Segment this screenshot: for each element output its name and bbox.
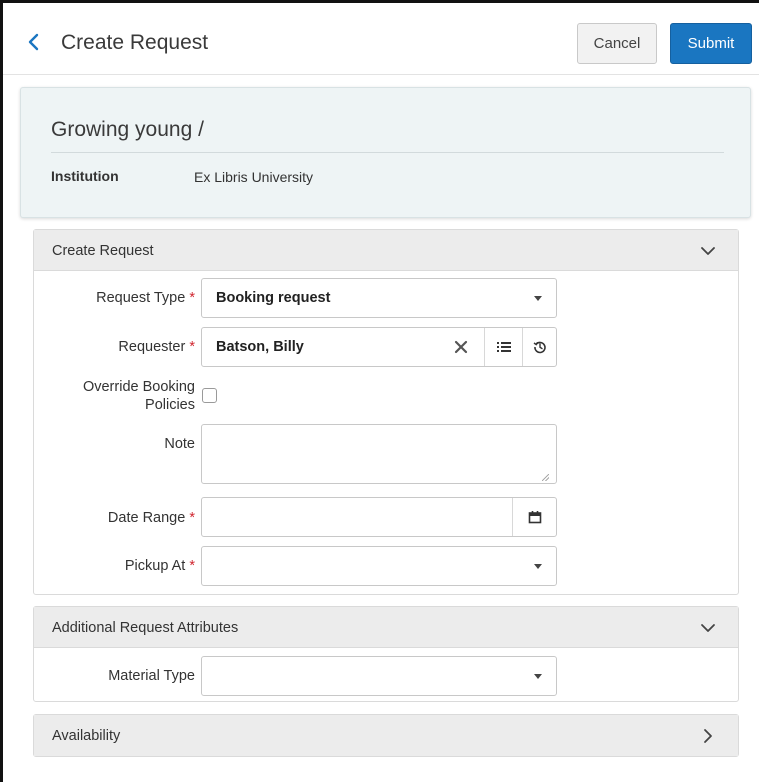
request-type-select[interactable]: Booking request [201,278,557,318]
clear-requester-button[interactable] [438,328,484,366]
availability-section-header[interactable]: Availability [34,715,738,756]
section-title: Availability [52,728,121,744]
submit-button[interactable]: Submit [670,23,752,64]
additional-attributes-section: Additional Request Attributes Material T… [33,606,739,702]
chevron-down-icon[interactable] [520,279,556,317]
requester-input[interactable]: Batson, Billy [201,327,557,367]
date-picker-button[interactable] [513,498,557,536]
record-summary-card: Growing young / Institution Ex Libris Un… [20,87,751,218]
chevron-left-icon[interactable] [27,33,39,51]
section-title: Create Request [52,243,154,259]
chevron-down-icon[interactable] [700,243,716,259]
material-type-select[interactable] [201,656,557,696]
pickup-at-select[interactable] [201,546,557,586]
close-x-icon [454,340,468,354]
additional-attributes-section-header[interactable]: Additional Request Attributes [34,607,738,648]
override-booking-policies-label: Override Booking Policies [82,379,195,413]
requester-history-button[interactable] [523,328,557,366]
date-range-label: Date Range * [107,510,195,526]
chevron-down-icon[interactable] [520,547,556,585]
history-icon [533,341,546,354]
card-divider [51,152,724,153]
page-title: Create Request [61,31,209,54]
create-request-page: Create Request Cancel Submit Growing you… [0,0,759,782]
requester-value: Batson, Billy [216,339,304,355]
chevron-down-icon[interactable] [520,657,556,695]
create-request-section-header[interactable]: Create Request [34,230,738,271]
chevron-right-icon[interactable] [700,728,716,744]
resize-handle[interactable] [542,474,549,481]
record-title: Growing young / [51,118,204,141]
calendar-icon [528,511,542,524]
institution-value: Ex Libris University [194,169,314,185]
requester-label: Requester * [118,339,195,355]
pickup-at-label: Pickup At * [124,558,195,574]
list-icon [496,342,511,352]
cancel-button[interactable]: Cancel [577,23,657,64]
create-request-section: Create Request Request Type * Booking re… [33,229,739,595]
page-header: Create Request Cancel Submit [3,3,759,75]
material-type-label: Material Type [108,668,195,684]
requester-list-button[interactable] [485,328,522,366]
institution-label: Institution [51,168,119,184]
note-label: Note [164,436,195,452]
chevron-down-icon[interactable] [700,620,716,636]
note-textarea[interactable] [201,424,557,484]
request-type-value: Booking request [216,290,331,306]
date-range-input[interactable] [201,497,557,537]
request-type-label: Request Type * [96,290,195,306]
availability-section: Availability [33,714,739,757]
override-booking-policies-checkbox[interactable] [202,388,217,403]
section-title: Additional Request Attributes [52,620,239,636]
